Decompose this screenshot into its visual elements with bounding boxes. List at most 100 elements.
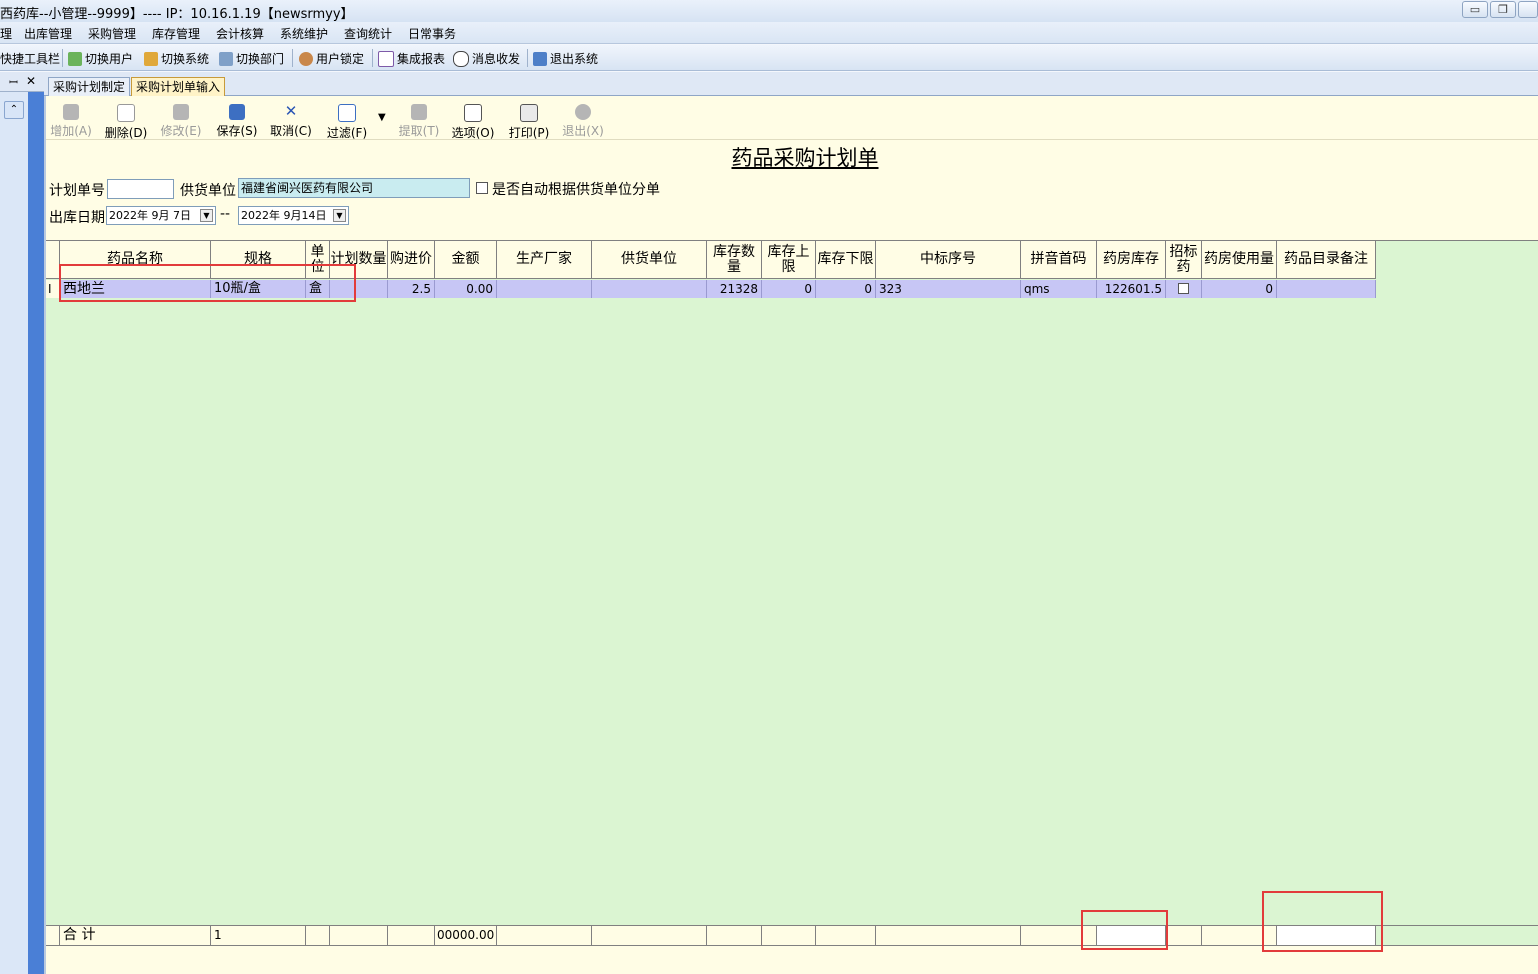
add-button[interactable]: 增加(A): [46, 104, 96, 139]
column-header[interactable]: 拼音首码: [1021, 241, 1097, 279]
cell-bid-drug[interactable]: [1166, 280, 1202, 298]
delete-icon: [117, 104, 135, 122]
menu-daily[interactable]: 日常事务: [408, 25, 456, 42]
close-icon[interactable]: ✕: [26, 74, 36, 88]
cell-pinyin[interactable]: qms: [1021, 280, 1097, 298]
message-button[interactable]: 消息收发: [453, 50, 520, 67]
column-header[interactable]: 金额: [435, 241, 497, 279]
menu-system[interactable]: 系统维护: [280, 25, 328, 42]
toolbar-separator: [62, 49, 63, 67]
toolbar-separator: [372, 49, 373, 67]
highlight-box: [59, 264, 356, 302]
data-grid: [46, 240, 1538, 945]
row-indicator: I: [46, 280, 60, 298]
lock-user-button[interactable]: 用户锁定: [299, 50, 364, 67]
column-header[interactable]: 购进价: [388, 241, 435, 279]
delete-button[interactable]: 删除(D): [101, 104, 151, 141]
exit-button[interactable]: 退出(X): [558, 104, 608, 139]
switch-system-button[interactable]: 切换系统: [144, 50, 209, 67]
department-icon: [219, 51, 233, 66]
switch-department-button[interactable]: 切换部门: [219, 50, 284, 67]
column-header[interactable]: 中标序号: [876, 241, 1021, 279]
supplier-input[interactable]: 福建省闽兴医药有限公司: [238, 178, 470, 198]
cell-bid-number[interactable]: 323: [876, 280, 1021, 298]
footer-cell: [762, 926, 816, 945]
column-header[interactable]: 药房使用量: [1202, 241, 1277, 279]
pin-icon[interactable]: ꟷ: [9, 75, 18, 90]
footer-cell: [330, 926, 388, 945]
plan-number-input[interactable]: [107, 179, 174, 199]
modify-button[interactable]: 修改(E): [156, 104, 206, 139]
auto-split-checkbox[interactable]: [476, 182, 488, 194]
report-icon: [378, 50, 394, 67]
cell-pharmacy-stock[interactable]: 122601.5: [1097, 280, 1166, 298]
cell-pharmacy-usage[interactable]: 0: [1202, 280, 1277, 298]
menu-purchase[interactable]: 采购管理: [88, 25, 136, 42]
cell-stock[interactable]: 21328: [707, 280, 762, 298]
cell-manufacturer[interactable]: [497, 280, 592, 298]
extract-icon: [411, 104, 427, 120]
footer-cell: [876, 926, 1021, 945]
column-header[interactable]: 生产厂家: [497, 241, 592, 279]
chevron-down-icon[interactable]: ▼: [333, 209, 346, 222]
tab-strip: [44, 72, 1538, 96]
column-header[interactable]: 招标药: [1166, 241, 1202, 279]
column-header[interactable]: 库存数量: [707, 241, 762, 279]
exit-icon: [575, 104, 591, 120]
cancel-button[interactable]: ✕ 取消(C): [266, 104, 316, 139]
toolbar-separator: [292, 49, 293, 67]
cell-remark[interactable]: [1277, 280, 1376, 298]
footer-count: 1: [211, 926, 306, 945]
menu-query[interactable]: 查询统计: [344, 25, 392, 42]
save-icon: [229, 104, 245, 120]
cell-amount[interactable]: 0.00: [435, 280, 497, 298]
integrated-report-button[interactable]: 集成报表: [378, 50, 445, 67]
chevron-down-icon[interactable]: ▼: [200, 209, 213, 222]
page-title: 药品采购计划单: [731, 146, 879, 170]
highlight-box: [1262, 891, 1383, 952]
minimize-button[interactable]: ▭: [1462, 1, 1488, 18]
cell-upper[interactable]: 0: [762, 280, 816, 298]
add-icon: [63, 104, 79, 120]
maximize-button[interactable]: ❐: [1490, 1, 1516, 18]
column-header[interactable]: 供货单位: [592, 241, 707, 279]
column-header[interactable]: 库存下限: [816, 241, 876, 279]
menu-outbound[interactable]: 出库管理: [24, 25, 72, 42]
column-header[interactable]: 药房库存: [1097, 241, 1166, 279]
exit-system-button[interactable]: 退出系统: [533, 50, 598, 67]
save-button[interactable]: 保存(S): [212, 104, 262, 139]
row-indicator-header: [46, 241, 60, 279]
menu-inventory[interactable]: 库存管理: [152, 25, 200, 42]
edit-icon: [173, 104, 189, 120]
filter-button[interactable]: 过滤(F): [322, 104, 372, 141]
column-header[interactable]: 库存上限: [762, 241, 816, 279]
menu-accounting[interactable]: 会计核算: [216, 25, 264, 42]
cell-price[interactable]: 2.5: [388, 280, 435, 298]
chevron-up-icon[interactable]: ⌃: [4, 101, 24, 119]
cell-lower[interactable]: 0: [816, 280, 876, 298]
cell-supplier[interactable]: [592, 280, 707, 298]
date-from-picker[interactable]: 2022年 9月 7日 ▼: [106, 206, 216, 225]
tab-plan-make[interactable]: 采购计划制定: [48, 77, 131, 96]
quick-toolbar-label: 快捷工具栏: [0, 52, 61, 66]
footer-amount: 00000.00: [435, 926, 497, 945]
switch-user-button[interactable]: 切换用户: [68, 50, 133, 67]
footer-cell: [592, 926, 707, 945]
auto-split-label: 是否自动根据供货单位分单: [492, 182, 660, 198]
highlight-box: [1081, 910, 1168, 950]
print-button[interactable]: 打印(P): [504, 104, 554, 141]
date-to-picker[interactable]: 2022年 9月14日 ▼: [238, 206, 349, 225]
user-lock-icon: [299, 51, 313, 66]
filter-dropdown-arrow-icon[interactable]: ▼: [378, 112, 386, 123]
close-window-button[interactable]: [1518, 1, 1538, 18]
extract-button[interactable]: 提取(T): [394, 104, 444, 139]
plan-number-label: 计划单号: [49, 183, 105, 199]
column-header[interactable]: 药品目录备注: [1277, 241, 1376, 279]
options-button[interactable]: 选项(O): [448, 104, 498, 141]
menu-manage[interactable]: 理: [0, 25, 12, 42]
tab-plan-input[interactable]: 采购计划单输入: [131, 77, 226, 96]
bid-drug-checkbox[interactable]: [1178, 283, 1189, 294]
window-title: 西药库--小管理--9999】---- IP：10.16.1.19【newsrm…: [0, 7, 354, 22]
users-icon: [68, 51, 82, 66]
footer-cell: [816, 926, 876, 945]
